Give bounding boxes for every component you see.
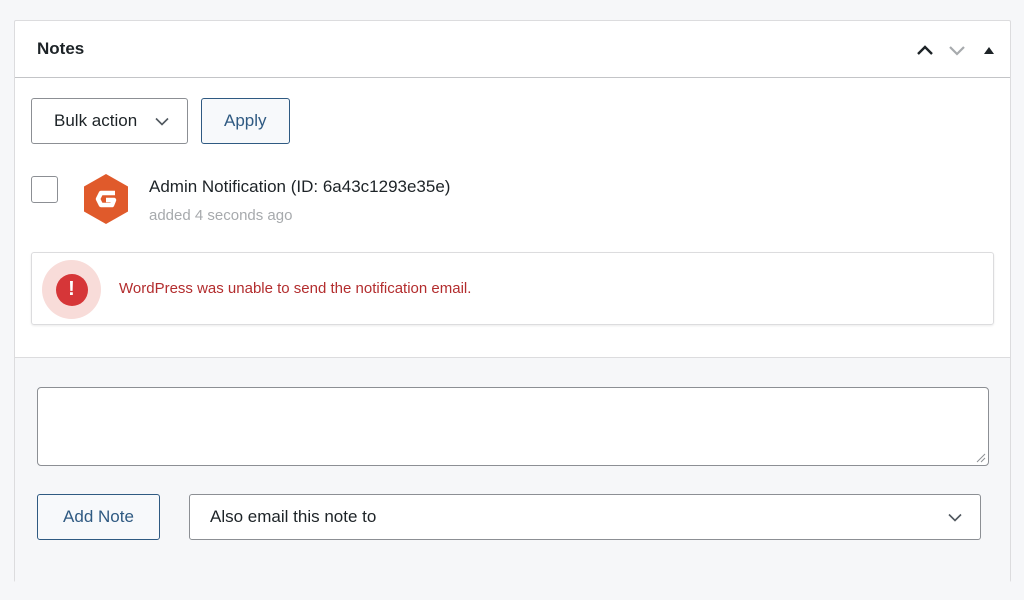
exclamation-icon: ! xyxy=(55,273,88,306)
add-note-section: Add Note Also email this note to xyxy=(15,358,1010,582)
error-icon-halo: ! xyxy=(42,260,101,319)
panel-header: Notes xyxy=(15,21,1010,78)
notes-panel: Notes Bulk action Apply Admin Notificati… xyxy=(14,20,1011,582)
note-textarea[interactable] xyxy=(37,387,989,466)
panel-title: Notes xyxy=(37,39,85,58)
resize-handle-icon[interactable] xyxy=(976,453,986,463)
note-actions: Add Note Also email this note to xyxy=(37,494,988,540)
note-select-checkbox[interactable] xyxy=(31,176,58,203)
note-item: Admin Notification (ID: 6a43c1293e35e) a… xyxy=(31,144,994,252)
move-down-button[interactable] xyxy=(944,39,970,61)
gravity-forms-logo-icon xyxy=(84,174,128,224)
notes-toolbar: Bulk action Apply xyxy=(31,98,994,144)
error-message: WordPress was unable to send the notific… xyxy=(119,280,472,297)
triangle-up-icon xyxy=(984,47,994,54)
chevron-down-icon xyxy=(949,46,965,56)
move-up-button[interactable] xyxy=(912,39,938,61)
panel-header-controls xyxy=(912,39,1002,61)
chevron-down-icon xyxy=(948,513,962,522)
notes-body: Bulk action Apply Admin Notification (ID… xyxy=(15,78,1010,252)
email-note-select-label: Also email this note to xyxy=(210,507,377,526)
chevron-up-icon xyxy=(917,45,933,55)
note-title: Admin Notification (ID: 6a43c1293e35e) xyxy=(149,177,451,196)
note-timestamp: added 4 seconds ago xyxy=(149,207,293,224)
chevron-down-icon xyxy=(155,117,169,126)
email-note-select[interactable]: Also email this note to xyxy=(189,494,981,540)
toggle-panel-button[interactable] xyxy=(976,39,1002,61)
error-notice: ! WordPress was unable to send the notif… xyxy=(31,252,994,325)
bulk-action-select[interactable]: Bulk action xyxy=(31,98,188,144)
bulk-action-label: Bulk action xyxy=(54,111,138,130)
apply-button[interactable]: Apply xyxy=(201,98,290,144)
add-note-button[interactable]: Add Note xyxy=(37,494,160,540)
